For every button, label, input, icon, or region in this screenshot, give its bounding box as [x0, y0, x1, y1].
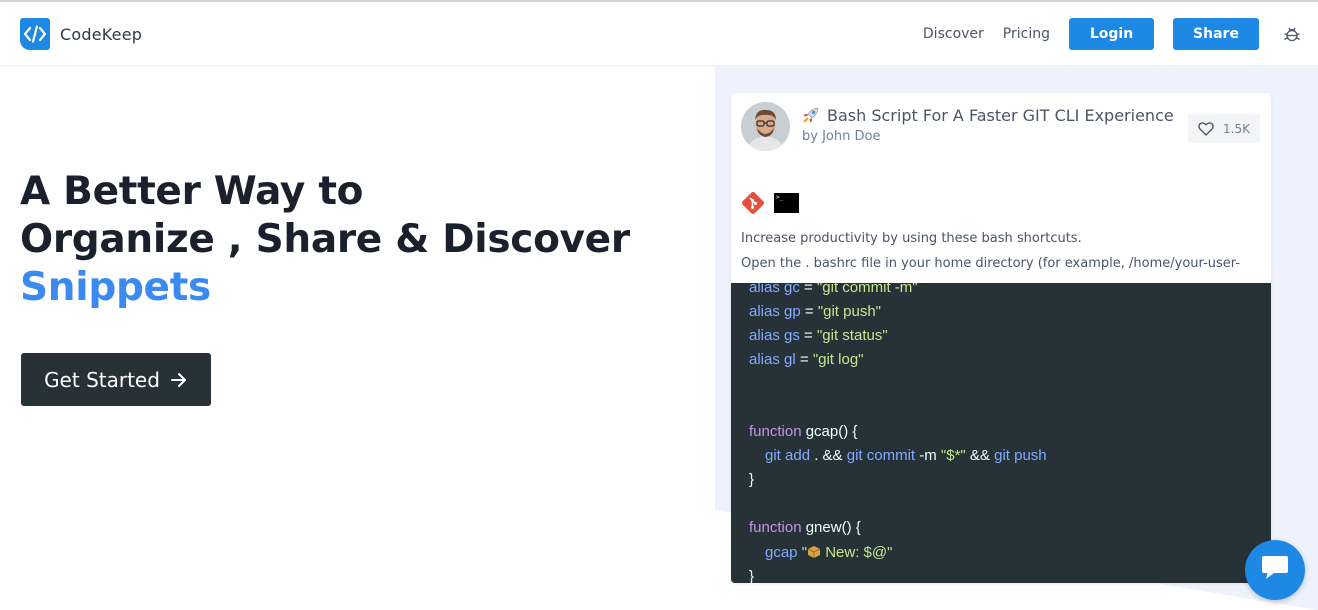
login-button[interactable]: Login	[1069, 18, 1154, 50]
snippet-title-text: Bash Script For A Faster GIT CLI Experie…	[827, 105, 1174, 125]
hero-line-1: A Better Way to	[20, 169, 364, 214]
get-started-button[interactable]: Get Started	[21, 353, 211, 406]
logo[interactable]: CodeKeep	[20, 18, 142, 50]
code-block: alias gc = "git commit -m" alias gp = "g…	[731, 283, 1271, 583]
logo-text: CodeKeep	[60, 24, 143, 44]
chat-bubble-icon	[1260, 555, 1290, 585]
snippet-tags: >_	[741, 191, 799, 215]
code-line: gcap " New: $@"	[765, 543, 893, 561]
code-line: git add . && git commit -m "$*" && git p…	[765, 447, 1047, 464]
git-icon[interactable]	[741, 191, 765, 215]
code-line: function gcap() {	[749, 423, 858, 440]
code-line: alias gc = "git commit -m"	[749, 283, 918, 296]
snippet-author[interactable]: by John Doe	[802, 129, 880, 144]
snippet-title[interactable]: Bash Script For A Faster GIT CLI Experie…	[801, 105, 1174, 125]
terminal-icon[interactable]: >_	[774, 193, 799, 213]
snippet-card[interactable]: Bash Script For A Faster GIT CLI Experie…	[731, 93, 1271, 583]
share-button[interactable]: Share	[1173, 18, 1259, 50]
package-icon	[807, 543, 821, 558]
snippet-description-line-1: Increase productivity by using these bas…	[741, 231, 1082, 246]
author-avatar[interactable]	[741, 102, 790, 151]
code-line: alias gl = "git log"	[749, 351, 864, 368]
code-line: }	[749, 568, 755, 583]
like-button[interactable]: 1.5K	[1188, 114, 1260, 143]
snippet-description-line-2: Open the . bashrc file in your home dire…	[741, 256, 1240, 271]
bug-icon[interactable]	[1281, 23, 1303, 45]
hero-heading: A Better Way to Organize , Share & Disco…	[20, 168, 660, 312]
hero-line-2: Organize , Share & Discover	[20, 217, 630, 262]
code-line: }	[749, 471, 755, 488]
nav-discover[interactable]: Discover	[923, 26, 984, 42]
like-count: 1.5K	[1223, 121, 1250, 136]
code-line: alias gp = "git push"	[749, 303, 881, 320]
code-line: function gnew() {	[749, 519, 861, 536]
rocket-icon	[801, 105, 821, 125]
nav-pricing[interactable]: Pricing	[1003, 26, 1050, 42]
hero-accent-word: Snippets	[20, 265, 211, 310]
nav-menu: Discover Pricing Login Share	[923, 18, 1318, 50]
chat-launcher-button[interactable]	[1245, 540, 1305, 600]
get-started-label: Get Started	[44, 367, 160, 392]
code-brackets-icon	[20, 18, 50, 50]
code-line: alias gs = "git status"	[749, 327, 888, 344]
arrow-right-icon	[170, 371, 188, 389]
top-navbar: CodeKeep Discover Pricing Login Share	[0, 0, 1318, 66]
